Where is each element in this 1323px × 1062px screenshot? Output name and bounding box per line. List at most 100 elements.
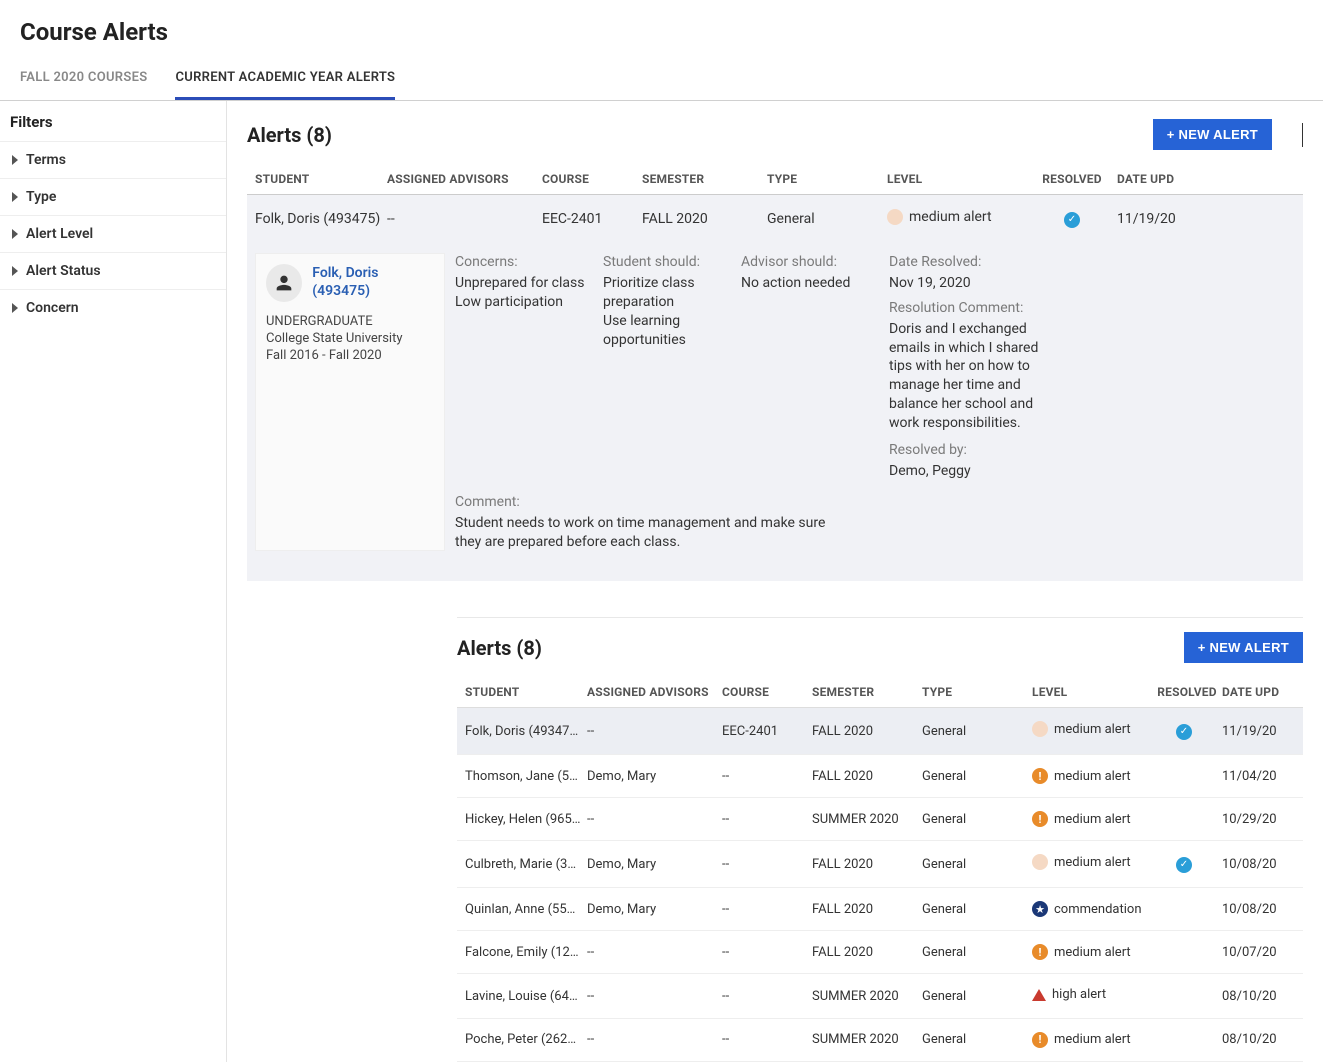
cell-level: medium alert bbox=[1032, 721, 1152, 741]
cell-date: 08/10/20 bbox=[1222, 1032, 1292, 1047]
detail-resolution: Date Resolved: Nov 19, 2020 Resolution C… bbox=[889, 253, 1049, 481]
th-advisors[interactable]: ASSIGNED ADVISORS bbox=[387, 172, 542, 186]
student-should-value: Prioritize class preparation bbox=[603, 274, 723, 312]
cell-type: General bbox=[922, 812, 1032, 827]
student-name-link[interactable]: Folk, Doris (493475) bbox=[312, 264, 434, 300]
cell-student: Folk, Doris (493475) bbox=[247, 211, 387, 227]
th-level[interactable]: LEVEL bbox=[887, 172, 1027, 186]
cell-advisors: -- bbox=[387, 211, 542, 227]
main-content: Alerts (8) + NEW ALERT STUDENT ASSIGNED … bbox=[227, 101, 1323, 1062]
medium-alert-icon: ! bbox=[1032, 811, 1048, 827]
cell-level: ! medium alert bbox=[1032, 811, 1152, 827]
filter-concern[interactable]: Concern bbox=[0, 289, 226, 326]
student-should-label: Student should: bbox=[603, 253, 723, 272]
comment-value: Student needs to work on time management… bbox=[455, 514, 845, 552]
th-type[interactable]: TYPE bbox=[767, 172, 887, 186]
student-level: UNDERGRADUATE bbox=[266, 314, 434, 329]
table-row[interactable]: Culbreth, Marie (313…Demo, Mary--FALL 20… bbox=[457, 841, 1303, 888]
cell-student: Lavine, Louise (6474… bbox=[457, 989, 587, 1004]
th-student[interactable]: STUDENT bbox=[247, 172, 387, 186]
cell-semester: FALL 2020 bbox=[812, 902, 922, 917]
table-row[interactable]: Thomson, Jane (526…Demo, Mary--FALL 2020… bbox=[457, 755, 1303, 798]
tab-fall-2020-courses[interactable]: FALL 2020 COURSES bbox=[20, 60, 147, 100]
cell-resolved: ✓ bbox=[1152, 856, 1222, 873]
th-course[interactable]: COURSE bbox=[722, 685, 812, 699]
th-semester[interactable]: SEMESTER bbox=[642, 172, 767, 186]
filter-alert-status[interactable]: Alert Status bbox=[0, 252, 226, 289]
new-alert-button[interactable]: + NEW ALERT bbox=[1184, 632, 1303, 663]
tab-current-year-alerts[interactable]: CURRENT ACADEMIC YEAR ALERTS bbox=[175, 60, 395, 100]
table-row[interactable]: Folk, Doris (493475) -- EEC-2401 FALL 20… bbox=[247, 195, 1303, 243]
cell-advisors: -- bbox=[587, 1032, 722, 1047]
cell-semester: FALL 2020 bbox=[642, 211, 767, 227]
concerns-label: Concerns: bbox=[455, 253, 585, 272]
new-alert-button[interactable]: + NEW ALERT bbox=[1153, 119, 1272, 150]
detail-concerns: Concerns: Unprepared for class Low parti… bbox=[455, 253, 585, 481]
alerts-title: Alerts (8) bbox=[457, 636, 542, 660]
chevron-right-icon bbox=[12, 229, 18, 239]
cell-course: EEC-2401 bbox=[542, 211, 642, 227]
student-term: Fall 2016 - Fall 2020 bbox=[266, 348, 434, 363]
level-text: commendation bbox=[1054, 902, 1142, 917]
cell-type: General bbox=[922, 769, 1032, 784]
cell-advisors: -- bbox=[587, 989, 722, 1004]
level-text: medium alert bbox=[1054, 722, 1131, 737]
table-row[interactable]: Quinlan, Anne (5511…Demo, Mary--FALL 202… bbox=[457, 888, 1303, 931]
cell-level: medium alert bbox=[1032, 854, 1152, 874]
filter-alert-level[interactable]: Alert Level bbox=[0, 215, 226, 252]
cell-type: General bbox=[922, 902, 1032, 917]
concerns-value: Low participation bbox=[455, 293, 585, 312]
advisor-should-label: Advisor should: bbox=[741, 253, 871, 272]
resolved-check-icon: ✓ bbox=[1064, 212, 1080, 228]
resolved-by-label: Resolved by: bbox=[889, 441, 1049, 460]
chevron-right-icon bbox=[12, 266, 18, 276]
table-row[interactable]: Lavine, Louise (6474…----SUMMER 2020Gene… bbox=[457, 974, 1303, 1019]
page-title: Course Alerts bbox=[0, 0, 1323, 60]
resolved-by-value: Demo, Peggy bbox=[889, 462, 1049, 481]
filter-label: Alert Status bbox=[26, 263, 101, 279]
table-row[interactable]: Hickey, Helen (96551)----SUMMER 2020Gene… bbox=[457, 798, 1303, 841]
th-type[interactable]: TYPE bbox=[922, 685, 1032, 699]
alerts-title: Alerts (8) bbox=[247, 123, 332, 147]
tabs: FALL 2020 COURSES CURRENT ACADEMIC YEAR … bbox=[0, 60, 1323, 101]
th-level[interactable]: LEVEL bbox=[1032, 685, 1152, 699]
cell-date: 11/04/20 bbox=[1222, 769, 1292, 784]
table-header: STUDENT ASSIGNED ADVISORS COURSE SEMESTE… bbox=[457, 677, 1303, 708]
cell-course: -- bbox=[722, 902, 812, 917]
resolution-value: Doris and I exchanged emails in which I … bbox=[889, 320, 1049, 433]
level-text: medium alert bbox=[1054, 812, 1131, 827]
th-date[interactable]: DATE UPD bbox=[1117, 172, 1197, 186]
filter-type[interactable]: Type bbox=[0, 178, 226, 215]
date-resolved-label: Date Resolved: bbox=[889, 253, 1049, 272]
cell-advisors: -- bbox=[587, 724, 722, 739]
th-semester[interactable]: SEMESTER bbox=[812, 685, 922, 699]
cell-date: 10/29/20 bbox=[1222, 812, 1292, 827]
th-course[interactable]: COURSE bbox=[542, 172, 642, 186]
cell-advisors: -- bbox=[587, 812, 722, 827]
cell-semester: SUMMER 2020 bbox=[812, 812, 922, 827]
level-text: medium alert bbox=[1054, 769, 1131, 784]
detail-advisor-should: Advisor should: No action needed bbox=[741, 253, 871, 481]
cell-date: 11/19/20 bbox=[1117, 211, 1197, 227]
cell-semester: SUMMER 2020 bbox=[812, 1032, 922, 1047]
th-date[interactable]: DATE UPD bbox=[1222, 685, 1292, 699]
table-row[interactable]: Poche, Peter (262327)----SUMMER 2020Gene… bbox=[457, 1019, 1303, 1062]
cell-student: Quinlan, Anne (5511… bbox=[457, 902, 587, 917]
cell-student: Folk, Doris (493475) bbox=[457, 724, 587, 739]
medium-alert-icon bbox=[887, 209, 903, 225]
detail-student-should: Student should: Prioritize class prepara… bbox=[603, 253, 723, 481]
table-row[interactable]: Falcone, Emily (1227…----FALL 2020Genera… bbox=[457, 931, 1303, 974]
cell-course: -- bbox=[722, 1032, 812, 1047]
th-resolved[interactable]: RESOLVED bbox=[1152, 685, 1222, 699]
cell-date: 08/10/20 bbox=[1222, 989, 1292, 1004]
divider bbox=[1302, 123, 1303, 147]
medium-alert-icon: ! bbox=[1032, 1032, 1048, 1048]
cell-semester: FALL 2020 bbox=[812, 945, 922, 960]
level-text: high alert bbox=[1052, 987, 1106, 1002]
th-resolved[interactable]: RESOLVED bbox=[1027, 172, 1117, 186]
filter-terms[interactable]: Terms bbox=[0, 141, 226, 178]
table-row[interactable]: Folk, Doris (493475)--EEC-2401FALL 2020G… bbox=[457, 708, 1303, 755]
th-advisors[interactable]: ASSIGNED ADVISORS bbox=[587, 685, 722, 699]
comment-label: Comment: bbox=[455, 493, 845, 512]
th-student[interactable]: STUDENT bbox=[457, 685, 587, 699]
